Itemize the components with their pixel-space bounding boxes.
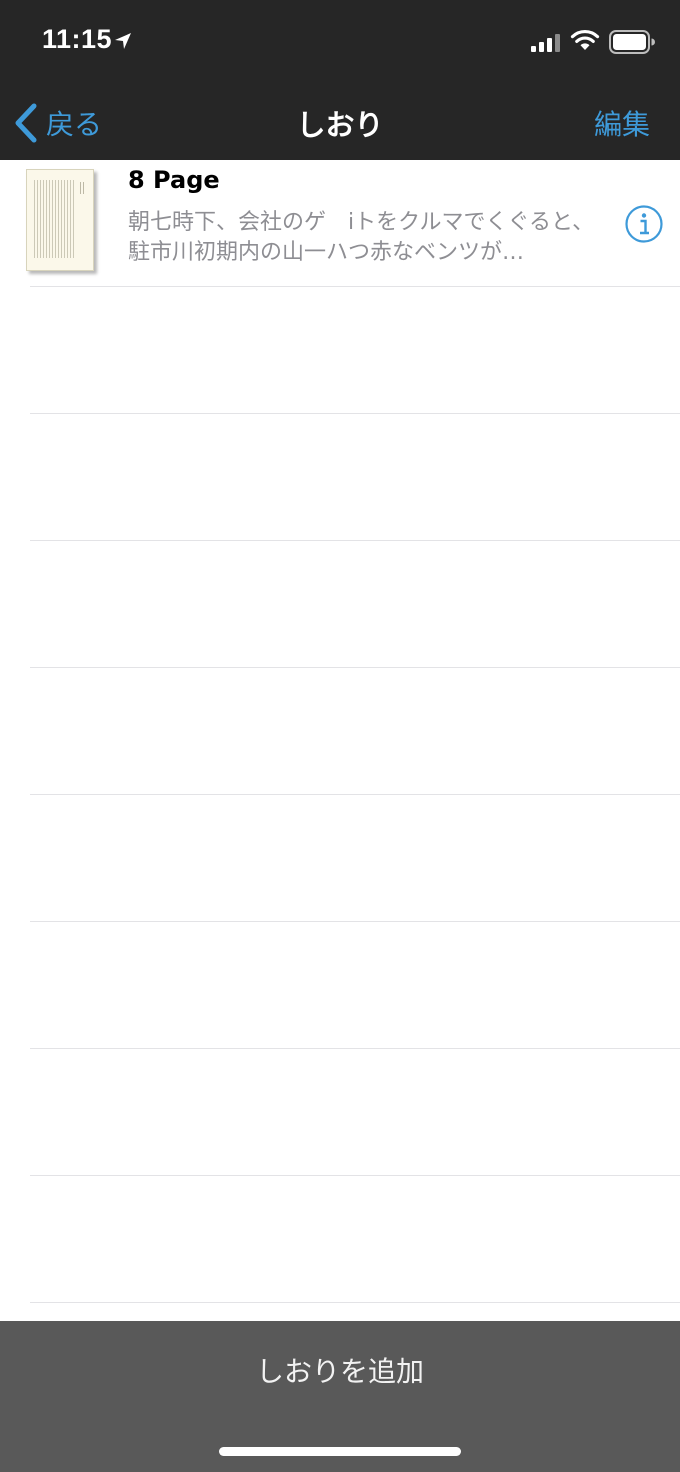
status-time: 11:15 (42, 24, 113, 54)
home-indicator[interactable] (219, 1447, 461, 1456)
page-title: しおり (296, 108, 384, 142)
add-bookmark-button[interactable]: しおりを追加 (0, 1321, 680, 1419)
signal-icon (531, 34, 560, 52)
info-icon[interactable] (624, 204, 664, 244)
empty-row (30, 413, 680, 540)
list-item[interactable]: 8 Page 朝七時下、会社のゲ iトをクルマでくぐると、駐市川初期内の山一ハつ… (0, 160, 680, 286)
wifi-icon (570, 29, 600, 50)
empty-row (30, 794, 680, 921)
location-arrow-icon (115, 33, 131, 49)
bookmark-title: 8 Page (128, 166, 220, 194)
edit-button[interactable]: 編集 (594, 103, 650, 143)
battery-icon (609, 30, 655, 54)
bookmark-snippet: 朝七時下、会社のゲ iトをクルマでくぐると、駐市川初期内の山一ハつ赤なベンツが… (128, 210, 595, 265)
empty-row (30, 667, 680, 794)
empty-row (30, 1175, 680, 1302)
bookmark-list: 8 Page 朝七時下、会社のゲ iトをクルマでくぐると、駐市川初期内の山一ハつ… (0, 160, 680, 1429)
navigation-bar: 戻る しおり 編集 (0, 88, 680, 160)
empty-row (30, 921, 680, 1048)
status-bar: 11:15 (0, 0, 680, 88)
empty-row (30, 286, 680, 413)
bottom-toolbar: しおりを追加 (0, 1321, 680, 1472)
page-thumbnail (26, 169, 94, 271)
empty-row (30, 1048, 680, 1175)
empty-row (30, 540, 680, 667)
